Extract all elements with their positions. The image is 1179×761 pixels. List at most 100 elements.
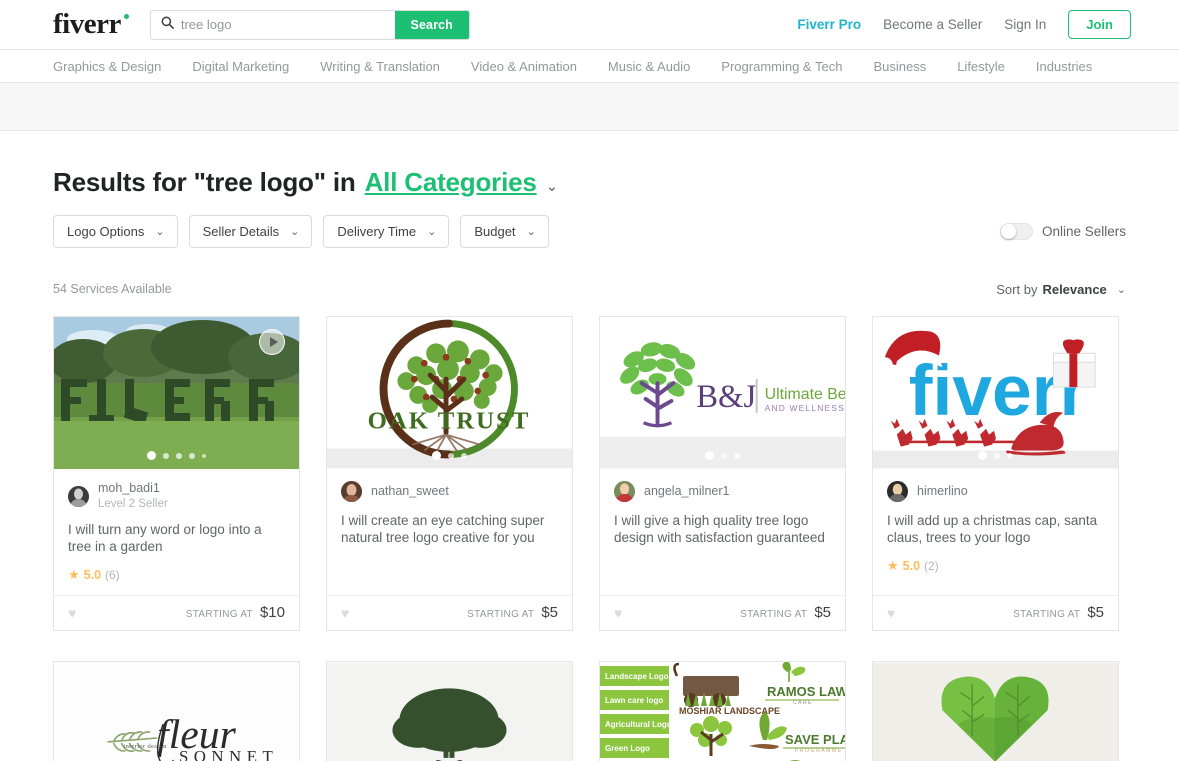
nav-item-video-animation[interactable]: Video & Animation	[471, 59, 577, 74]
favorite-heart-icon[interactable]: ♥	[887, 606, 895, 620]
gig-footer: ♥ STARTING AT $5	[327, 594, 572, 630]
favorite-heart-icon[interactable]: ♥	[68, 606, 76, 620]
services-count: 54 Services Available	[53, 282, 172, 296]
search-field[interactable]	[151, 11, 395, 39]
gig-media[interactable]	[54, 317, 299, 469]
carousel-dot[interactable]	[163, 452, 169, 459]
carousel-dot[interactable]	[1007, 452, 1013, 459]
svg-text:SONNET: SONNET	[179, 747, 278, 761]
price-amount: $5	[1087, 604, 1104, 622]
seller-name[interactable]: nathan_sweet	[371, 484, 449, 500]
svg-text:Landscape Logo: Landscape Logo	[605, 672, 669, 681]
nav-item-lifestyle[interactable]: Lifestyle	[957, 59, 1005, 74]
gig-title[interactable]: I will turn any word or logo into a tree…	[68, 521, 285, 556]
gig-card[interactable]: TREE LOGOTYPE	[872, 660, 1119, 761]
nav-item-graphics-design[interactable]: Graphics & Design	[53, 59, 161, 74]
gig-media[interactable]: TREE LOGOTYPE	[873, 661, 1118, 761]
play-video-icon[interactable]	[259, 329, 285, 355]
filter-budget[interactable]: Budget ⌄	[460, 215, 549, 248]
nav-item-writing-translation[interactable]: Writing & Translation	[320, 59, 440, 74]
svg-text:RAMOS LAWN: RAMOS LAWN	[767, 684, 845, 699]
favorite-heart-icon[interactable]: ♥	[341, 606, 349, 620]
price-label: STARTING AT	[740, 609, 808, 621]
gig-title[interactable]: I will add up a christmas cap, santa cla…	[887, 512, 1104, 547]
carousel-dot[interactable]	[721, 452, 727, 459]
gig-card[interactable]: moh_badi1 Level 2 Seller I will turn any…	[53, 316, 300, 631]
carousel-dots[interactable]	[327, 451, 572, 460]
seller-row[interactable]: moh_badi1 Level 2 Seller	[68, 481, 285, 511]
gig-card[interactable]: Landscape Logo Lawn care logo Agricultur…	[599, 660, 846, 761]
rating-count: (6)	[105, 567, 120, 582]
gig-media[interactable]: B&J Ultimate Beauty AND WELLNESS SPA	[600, 317, 845, 469]
gig-media[interactable]: BROADTREE — PARTNERS —	[327, 661, 572, 761]
gig-media[interactable]: fiverr	[873, 317, 1118, 469]
search-button[interactable]: Search	[394, 10, 469, 39]
carousel-dot[interactable]	[994, 452, 1000, 459]
carousel-dot[interactable]	[176, 452, 182, 459]
oak-trust-logo-image: OAK TRUST	[327, 317, 572, 469]
carousel-dot[interactable]	[978, 451, 987, 460]
nav-item-programming-tech[interactable]: Programming & Tech	[721, 59, 842, 74]
carousel-dot[interactable]	[448, 452, 454, 459]
join-button[interactable]: Join	[1068, 10, 1131, 39]
gig-media[interactable]: OAK TRUST	[327, 317, 572, 469]
carousel-dot[interactable]	[432, 451, 441, 460]
gig-card[interactable]: OAK TRUST nathan_sweet I will create an …	[326, 316, 573, 631]
all-categories-link[interactable]: All Categories	[365, 167, 537, 198]
gig-card[interactable]: B&J Ultimate Beauty AND WELLNESS SPA	[599, 316, 846, 631]
sort-by-control[interactable]: Sort by Relevance ⌄	[996, 282, 1126, 297]
gig-body: moh_badi1 Level 2 Seller I will turn any…	[54, 469, 299, 583]
seller-name[interactable]: moh_badi1	[98, 481, 168, 497]
carousel-dots[interactable]	[600, 451, 845, 460]
toggle-knob	[1000, 224, 1016, 239]
gig-media[interactable]: interior design fleur SONNET	[54, 661, 299, 761]
gig-title[interactable]: I will create an eye catching super natu…	[341, 512, 558, 547]
gig-card[interactable]: BROADTREE — PARTNERS —	[326, 660, 573, 761]
category-nav: Graphics & Design Digital Marketing Writ…	[0, 50, 1179, 83]
gig-footer: ♥ STARTING AT $5	[873, 594, 1118, 630]
seller-name[interactable]: himerlino	[917, 484, 968, 500]
filter-delivery-time[interactable]: Delivery Time ⌄	[323, 215, 450, 248]
nav-item-music-audio[interactable]: Music & Audio	[608, 59, 690, 74]
seller-row[interactable]: nathan_sweet	[341, 481, 558, 502]
carousel-dots[interactable]	[54, 451, 299, 460]
subcategory-banner	[0, 83, 1179, 131]
carousel-dot[interactable]	[202, 453, 206, 458]
svg-text:Ultimate Beauty: Ultimate Beauty	[765, 386, 845, 403]
fiverr-pro-link[interactable]: Fiverr Pro	[797, 17, 861, 32]
svg-text:SAVE PLANTS: SAVE PLANTS	[785, 732, 845, 747]
carousel-dot[interactable]	[147, 451, 156, 460]
nav-item-digital-marketing[interactable]: Digital Marketing	[192, 59, 289, 74]
seller-row[interactable]: himerlino	[887, 481, 1104, 502]
sign-in-link[interactable]: Sign In	[1004, 17, 1046, 32]
carousel-dot[interactable]	[705, 451, 714, 460]
gig-title[interactable]: I will give a high quality tree logo des…	[614, 512, 831, 547]
carousel-dot[interactable]	[189, 452, 195, 459]
search-input[interactable]	[180, 17, 395, 32]
filter-bar: Logo Options ⌄ Seller Details ⌄ Delivery…	[53, 215, 1126, 248]
gig-card[interactable]: fiverr himerlino I will add up a christm…	[872, 316, 1119, 631]
gig-media[interactable]: Landscape Logo Lawn care logo Agricultur…	[600, 661, 845, 761]
chevron-down-icon[interactable]: ⌄	[546, 177, 559, 195]
nav-item-industries[interactable]: Industries	[1036, 59, 1092, 74]
seller-row[interactable]: angela_milner1	[614, 481, 831, 502]
gig-card[interactable]: interior design fleur SONNET	[53, 660, 300, 761]
nav-item-business[interactable]: Business	[873, 59, 926, 74]
carousel-dot[interactable]	[734, 452, 740, 459]
carousel-dots[interactable]	[873, 451, 1118, 460]
svg-text:PROGRAMME: PROGRAMME	[795, 748, 843, 754]
online-sellers-toggle[interactable]	[999, 223, 1033, 240]
rating-score: 5.0	[83, 567, 102, 582]
filter-logo-options[interactable]: Logo Options ⌄	[53, 215, 178, 248]
seller-name[interactable]: angela_milner1	[644, 484, 729, 500]
favorite-heart-icon[interactable]: ♥	[614, 606, 622, 620]
become-a-seller-link[interactable]: Become a Seller	[883, 17, 982, 32]
price: STARTING AT $10	[186, 604, 285, 621]
tree-logotype-heart-logo-image: TREE LOGOTYPE	[873, 662, 1118, 761]
filter-seller-details[interactable]: Seller Details ⌄	[188, 215, 313, 248]
top-header: fiverr Search Fiverr Pro Become a Seller…	[0, 0, 1179, 50]
svg-text:Agricultural Logo: Agricultural Logo	[605, 720, 672, 729]
carousel-dot[interactable]	[461, 452, 467, 459]
seller-meta: nathan_sweet	[371, 484, 449, 500]
fiverr-logo[interactable]: fiverr	[53, 10, 129, 39]
